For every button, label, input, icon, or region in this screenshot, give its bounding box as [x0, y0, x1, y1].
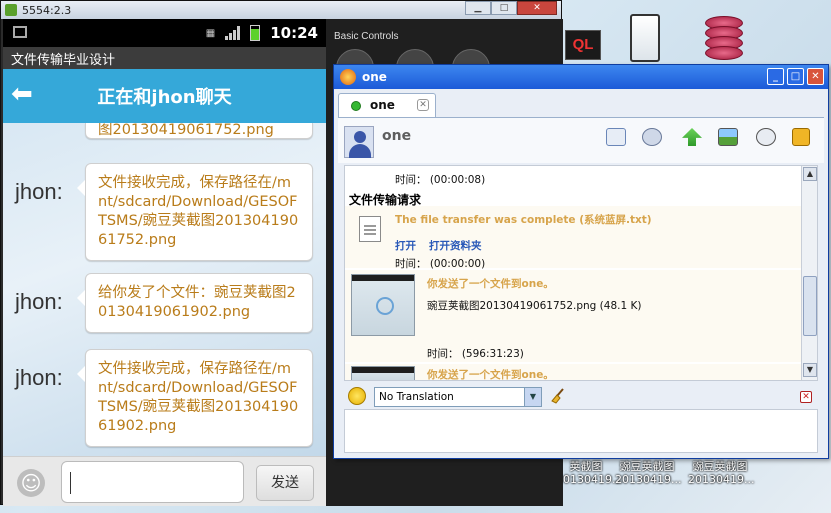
contact-card-icon[interactable]	[606, 128, 626, 146]
tab-label: one	[370, 98, 395, 112]
picture-icon[interactable]	[718, 128, 738, 146]
chevron-down-icon[interactable]: ▼	[524, 388, 541, 406]
desktop-file-sublabel: 20130419...	[556, 473, 623, 486]
message-text: 文件接收完成，保存路径在/mnt/sdcard/Download/GESOFTS…	[98, 175, 299, 248]
status-bar: ▦ 10:24	[3, 19, 326, 47]
send-file-icon[interactable]	[682, 128, 702, 146]
translation-select[interactable]: No Translation ▼	[374, 387, 542, 407]
contact-bar: one	[338, 117, 824, 163]
text-caret	[70, 472, 71, 494]
im-window: one _ □ ✕ one ✕ one 时间： (00:00:08) 文件传输请…	[333, 64, 829, 459]
status-time: 10:24	[270, 24, 318, 42]
desktop-file-label: 豌豆荚截图	[619, 460, 675, 473]
open-folder-link[interactable]: 打开资料夹	[429, 238, 482, 253]
broom-icon[interactable]	[550, 388, 566, 404]
android-screen: ▦ 10:24 文件传输毕业设计 ⬅ 正在和jhon聊天 图2013041906…	[3, 19, 326, 506]
image-thumbnail[interactable]	[351, 274, 415, 336]
signal-icon	[225, 26, 241, 40]
app-title: 文件传输毕业设计	[3, 47, 326, 69]
emulator-titlebar[interactable]: 5554:2.3 ▁ □ ✕	[1, 1, 561, 19]
ql-database-icon[interactable]: QL	[565, 30, 601, 60]
usb-icon	[13, 26, 27, 38]
message-text: 文件接收完成，保存路径在/mnt/sdcard/Download/GESOFTS…	[98, 361, 299, 434]
contact-name: one	[382, 128, 412, 144]
message-input[interactable]	[61, 461, 244, 503]
desktop-file-label: 荚截图	[569, 460, 603, 473]
tab-one[interactable]: one ✕	[338, 93, 436, 117]
basic-controls-label: Basic Controls	[334, 31, 399, 42]
send-button[interactable]: 发送	[256, 465, 314, 501]
message-list[interactable]: 图20130419061752.png jhon: 文件接收完成，保存路径在/m…	[3, 123, 326, 455]
sim-icon: ▦	[205, 27, 216, 39]
lock-icon[interactable]	[792, 128, 810, 146]
desktop-file-label: 豌豆荚截图	[692, 460, 748, 473]
scroll-down-icon[interactable]: ▼	[803, 363, 817, 377]
android-icon	[5, 4, 17, 16]
file-name: 豌豆荚截图20130419061752.png (48.1 K)	[427, 300, 642, 312]
history-scrollbar[interactable]: ▲ ▼	[801, 166, 817, 380]
message-bubble-partial: 图20130419061752.png	[85, 123, 313, 139]
desktop-file-sublabel: 20130419...	[615, 473, 682, 486]
online-status-icon	[351, 101, 361, 111]
history-time: 时间： (00:00:08)	[395, 174, 486, 186]
desktop-file-icon-1[interactable]: 荚截图 20130419...	[556, 460, 623, 486]
translation-selected: No Translation	[379, 391, 454, 403]
image-thumbnail[interactable]	[351, 366, 415, 380]
file-sent-block: 你发送了一个文件到one。	[345, 364, 801, 381]
message-text: 图20130419061752.png	[98, 123, 274, 138]
message-bubble[interactable]: 文件接收完成，保存路径在/mnt/sdcard/Download/GESOFTS…	[77, 349, 313, 447]
emulator-title: 5554:2.3	[22, 3, 72, 17]
file-sent-message: 你发送了一个文件到one。	[427, 369, 554, 381]
avatar[interactable]	[344, 126, 374, 158]
message-sender: jhon:	[15, 289, 63, 314]
message-text: 给你发了个文件：豌豆荚截图20130419061902.png	[98, 285, 296, 320]
battery-icon	[250, 25, 261, 41]
close-button[interactable]: ✕	[807, 68, 824, 85]
message-bubble[interactable]: 给你发了个文件：豌豆荚截图20130419061902.png	[77, 273, 313, 333]
text-file-icon	[359, 216, 381, 242]
minimize-button[interactable]: _	[767, 68, 784, 85]
desktop-file-sublabel: 20130419...	[688, 473, 755, 486]
desktop-file-icon-2[interactable]: 豌豆荚截图 20130419...	[615, 460, 682, 486]
desktop-file-icon-3[interactable]: 豌豆荚截图 20130419...	[688, 460, 755, 486]
chat-title: 正在和jhon聊天	[97, 87, 232, 108]
scrollbar-thumb[interactable]	[803, 276, 817, 336]
compose-toolbar: No Translation ▼ ✕	[344, 385, 818, 409]
emoji-icon[interactable]: ☺	[17, 469, 45, 497]
chat-history[interactable]: 时间： (00:00:08) 文件传输请求 The file transfer …	[344, 165, 818, 381]
transfer-complete-message: The file transfer was complete (系统蓝屏.txt…	[395, 214, 652, 226]
tab-close-icon[interactable]: ✕	[417, 99, 429, 111]
open-link[interactable]: 打开	[395, 238, 416, 253]
chat-header: ⬅ 正在和jhon聊天	[3, 69, 326, 123]
database-icon[interactable]	[705, 16, 743, 60]
maximize-button[interactable]: □	[787, 68, 804, 85]
chat-input-bar: ☺ 发送	[3, 456, 326, 506]
im-title: one	[362, 70, 387, 84]
chat-bubble-icon[interactable]	[642, 128, 662, 146]
stopwatch-icon[interactable]	[756, 128, 776, 146]
scroll-up-icon[interactable]: ▲	[803, 167, 817, 181]
im-titlebar[interactable]: one _ □ ✕	[334, 65, 828, 89]
clear-icon[interactable]: ✕	[800, 391, 812, 403]
im-logo-icon	[340, 69, 356, 85]
phone-app-icon[interactable]	[630, 14, 660, 62]
minimize-button[interactable]: ▁	[465, 1, 491, 15]
maximize-button[interactable]: □	[491, 1, 517, 15]
history-time: 时间： (00:00:00)	[395, 258, 486, 270]
file-sent-block: 你发送了一个文件到one。 豌豆荚截图20130419061752.png (4…	[345, 270, 801, 362]
file-sent-message: 你发送了一个文件到one。	[427, 278, 554, 290]
message-sender: jhon:	[15, 365, 63, 390]
history-time: 时间： (596:31:23)	[427, 348, 524, 360]
message-compose-input[interactable]	[344, 409, 818, 453]
transfer-complete-block: The file transfer was complete (系统蓝屏.txt…	[345, 206, 801, 270]
message-bubble[interactable]: 文件接收完成，保存路径在/mnt/sdcard/Download/GESOFTS…	[77, 163, 313, 261]
message-sender: jhon:	[15, 179, 63, 204]
smiley-icon[interactable]	[348, 387, 366, 405]
close-button[interactable]: ✕	[517, 1, 557, 15]
